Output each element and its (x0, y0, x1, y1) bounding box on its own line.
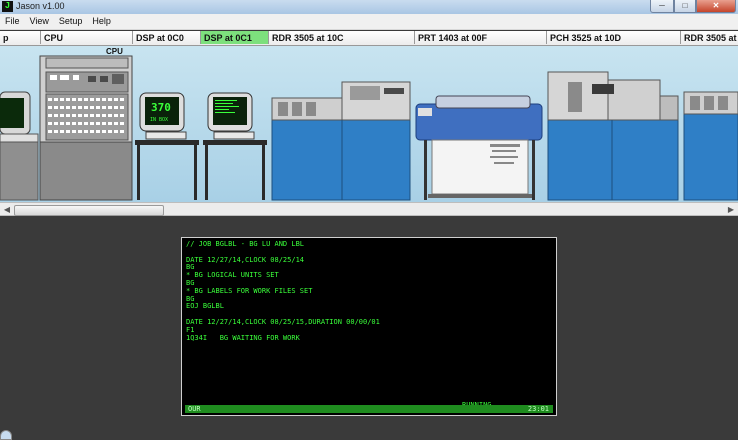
device-scene: CPU 370 IN BOX (0, 46, 738, 202)
corner-icon (0, 430, 12, 440)
cpu-cabinet[interactable] (39, 55, 133, 201)
menu-help[interactable]: Help (87, 14, 116, 29)
device-tab-pch-10d[interactable]: PCH 3525 at 10D (546, 31, 680, 44)
minimize-button[interactable]: ─ (650, 0, 674, 13)
device-tab-dsp-0c0[interactable]: DSP at 0C0 (132, 31, 200, 44)
window-title: Jason v1.00 (16, 1, 65, 11)
scroll-right-icon[interactable]: ▶ (725, 204, 737, 215)
screen-text-370: 370 (151, 101, 171, 114)
scroll-thumb[interactable] (14, 205, 164, 216)
menu-file[interactable]: File (0, 14, 25, 29)
terminal-status-bar: OUR 23:01 (185, 405, 553, 413)
card-punch-10d[interactable] (547, 71, 679, 201)
card-reader-10c[interactable] (271, 81, 411, 201)
horizontal-scrollbar[interactable]: ◀ ▶ (0, 202, 738, 216)
device-tab-bar: p CPU DSP at 0C0 DSP at 0C1 RDR 3505 at … (0, 31, 738, 46)
menu-setup[interactable]: Setup (54, 14, 88, 29)
display-terminal-0c1[interactable] (203, 92, 267, 200)
close-button[interactable]: ✕ (696, 0, 736, 13)
app-icon: J (2, 1, 13, 12)
device-tab-dsp-0c1[interactable]: DSP at 0C1 (200, 31, 268, 44)
screen-text-inbox: IN BOX (150, 117, 168, 123)
status-bar-time: 23:01 (527, 405, 549, 413)
status-bar-left: OUR (188, 405, 201, 413)
device-tab-cpu[interactable]: CPU (40, 31, 132, 44)
printer-00f[interactable] (415, 95, 543, 200)
console-terminal[interactable]: // JOB BGLBL - BG LU AND LBL DATE 12/27/… (181, 237, 557, 416)
menu-view[interactable]: View (25, 14, 54, 29)
card-reader-partial-right[interactable] (683, 91, 738, 201)
scroll-left-icon[interactable]: ◀ (1, 204, 13, 215)
window-controls: ─ □ ✕ (650, 0, 736, 13)
device-tab-partial-left[interactable]: p (0, 31, 40, 44)
cpu-label: CPU (106, 47, 123, 56)
device-tab-prt-00f[interactable]: PRT 1403 at 00F (414, 31, 546, 44)
device-tab-rdr-10c[interactable]: RDR 3505 at 10C (268, 31, 414, 44)
terminal-output: // JOB BGLBL - BG LU AND LBL DATE 12/27/… (186, 240, 380, 342)
title-bar: J Jason v1.00 ─ □ ✕ (0, 0, 738, 14)
partial-terminal-left[interactable] (0, 91, 39, 201)
maximize-button[interactable]: □ (674, 0, 696, 13)
menu-bar: File View Setup Help (0, 14, 738, 30)
device-tab-rdr-partial[interactable]: RDR 3505 at (680, 31, 738, 44)
